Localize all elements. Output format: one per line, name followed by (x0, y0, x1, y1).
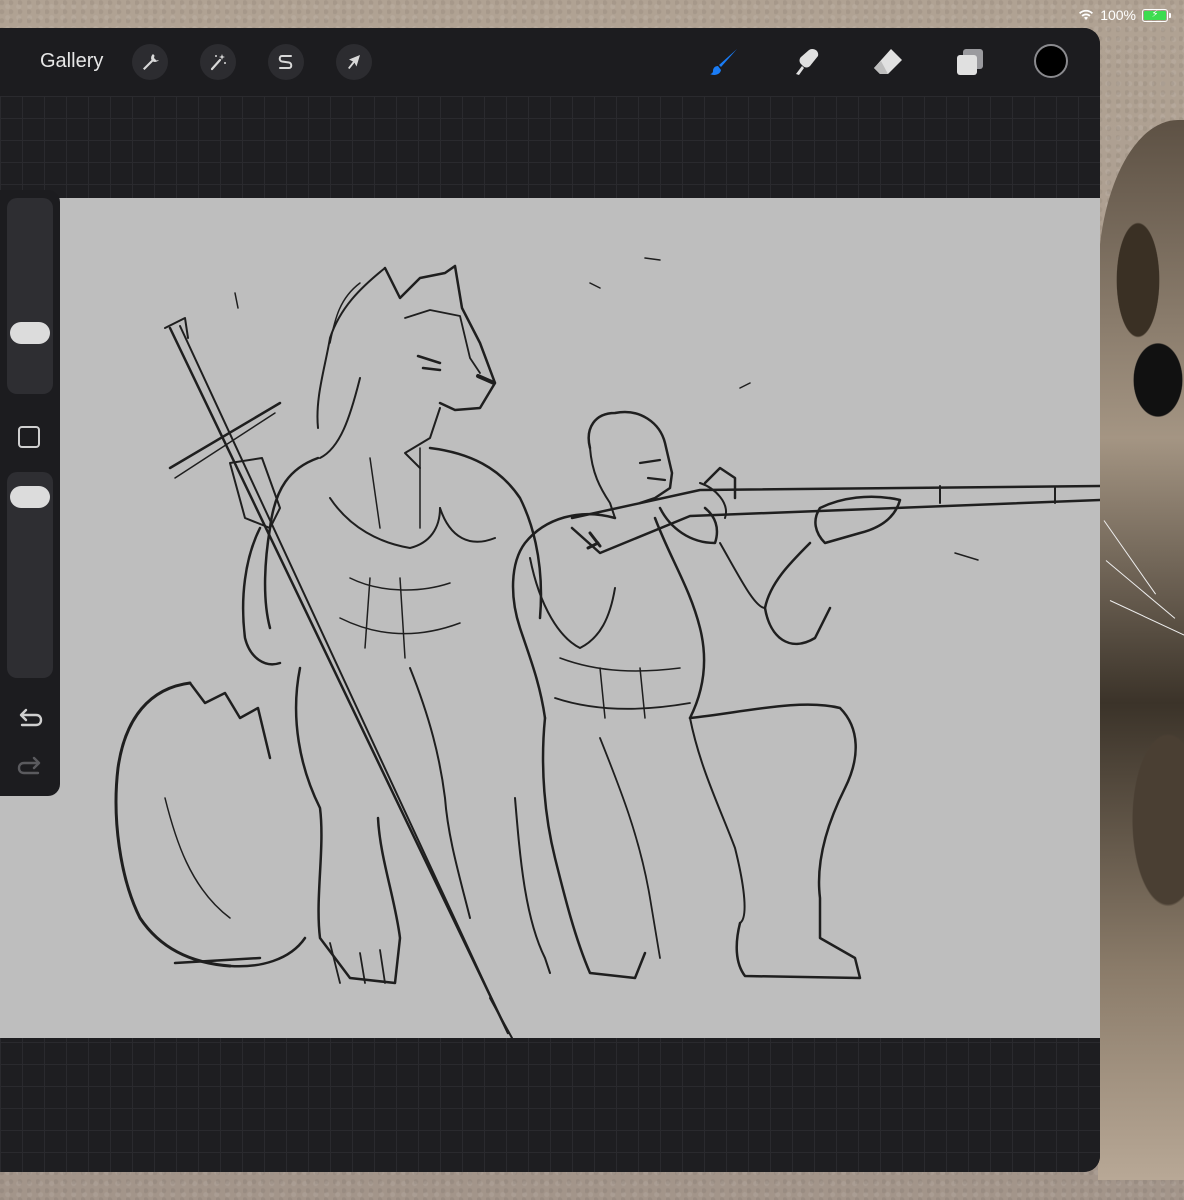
layers-button[interactable] (952, 44, 988, 80)
actions-button[interactable] (132, 44, 168, 80)
wifi-icon (1079, 9, 1094, 20)
gallery-button[interactable]: Gallery (40, 50, 103, 73)
magic-wand-icon (210, 54, 226, 71)
selection-button[interactable] (268, 44, 304, 80)
eraser-icon (874, 49, 902, 74)
eraser-tool-button[interactable] (870, 44, 906, 80)
drawing-canvas[interactable] (0, 198, 1100, 1038)
side-panel (0, 190, 60, 796)
brush-tool-button[interactable] (706, 44, 742, 80)
layers-icon (957, 49, 983, 75)
battery-percent: 100% (1100, 7, 1136, 23)
opacity-thumb[interactable] (10, 486, 50, 508)
arrow-cursor-icon (348, 55, 360, 69)
undo-icon[interactable] (16, 706, 44, 730)
modify-button[interactable] (18, 426, 40, 448)
wrench-icon (143, 54, 159, 70)
sketch-artwork (114, 257, 1100, 1038)
adjustments-button[interactable] (200, 44, 236, 80)
color-picker-button[interactable] (1034, 44, 1068, 78)
brush-icon (710, 49, 737, 75)
top-toolbar: Gallery (0, 28, 1100, 96)
cat-photo (1098, 120, 1184, 1180)
selection-s-icon (278, 55, 293, 69)
transform-button[interactable] (336, 44, 372, 80)
smudge-finger-icon (796, 49, 819, 75)
smudge-tool-button[interactable] (788, 44, 824, 80)
procreate-window: Gallery (0, 28, 1100, 1172)
opacity-slider[interactable] (7, 472, 53, 678)
status-bar: 100% ⚡ (1078, 6, 1171, 24)
battery-icon: ⚡ (1142, 8, 1171, 22)
brush-size-slider[interactable] (7, 198, 53, 394)
brush-size-thumb[interactable] (10, 322, 50, 344)
redo-icon[interactable] (16, 754, 44, 778)
